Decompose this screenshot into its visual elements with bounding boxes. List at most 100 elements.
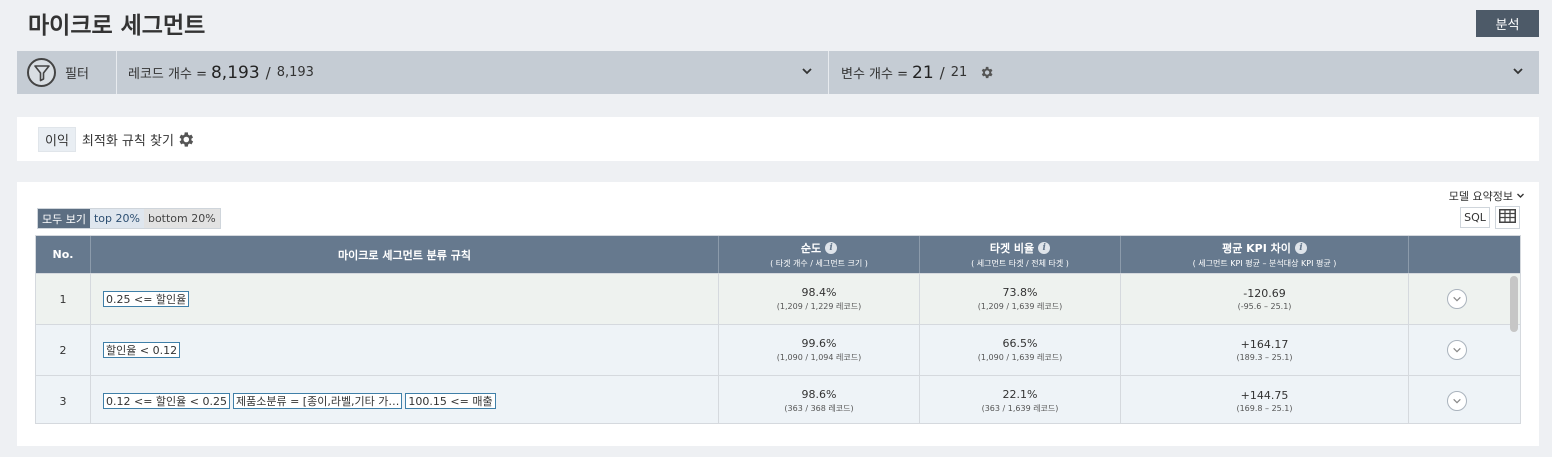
variable-count-selector[interactable]: 변수 개수 = 21 / 21 <box>829 51 1539 94</box>
col-rule: 마이크로 세그먼트 분류 규칙 <box>91 236 719 273</box>
funnel-icon <box>27 58 56 87</box>
col-rule-label: 마이크로 세그먼트 분류 규칙 <box>338 248 471 262</box>
purity-value: 99.6% <box>801 337 837 350</box>
target-value: 66.5% <box>1002 337 1038 350</box>
col-target: 타겟 비율 i ( 세그먼트 타겟 / 전체 타겟 ) <box>920 236 1121 273</box>
variable-count-separator: / <box>939 63 945 82</box>
target-value: 22.1% <box>1002 388 1038 401</box>
row-rules: 0.25 <= 할인율 <box>91 274 719 324</box>
col-target-sub: ( 세그먼트 타겟 / 전체 타겟 ) <box>971 259 1069 268</box>
page-title: 마이크로 세그먼트 <box>28 13 206 39</box>
gear-icon[interactable] <box>979 65 994 80</box>
col-kpi-label: 평균 KPI 차이 <box>1222 242 1291 255</box>
variable-count-current: 21 <box>912 62 934 83</box>
kpi-detail: (169.8 – 25.1) <box>1236 404 1293 413</box>
col-kpi: 평균 KPI 차이 i ( 세그먼트 KPI 평균 – 분석대상 KPI 평균 ) <box>1121 236 1409 273</box>
row-purity: 98.6% (363 / 368 레코드) <box>719 376 920 423</box>
chevron-circle-icon[interactable] <box>1447 340 1467 360</box>
info-icon[interactable]: i <box>1038 242 1051 254</box>
variable-count-label: 변수 개수 = <box>841 67 908 82</box>
analyze-button[interactable]: 분석 <box>1476 10 1539 37</box>
purity-value: 98.6% <box>801 388 837 401</box>
row-no: 1 <box>36 274 91 324</box>
kpi-value: +164.17 <box>1240 338 1289 351</box>
filter-bar: 필터 레코드 개수 = 8,193 / 8,193 변수 개수 = 21 / 2… <box>17 51 1539 94</box>
col-no: No. <box>36 236 91 273</box>
view-all-button[interactable]: 모두 보기 <box>38 209 90 228</box>
target-detail: (1,090 / 1,639 레코드) <box>977 353 1063 362</box>
kpi-value: -120.69 <box>1243 287 1286 300</box>
row-no: 3 <box>36 376 91 423</box>
table-grid-icon <box>1499 209 1516 226</box>
rule-chip[interactable]: 0.25 <= 할인율 <box>103 291 190 307</box>
kpi-detail: (-95.6 – 25.1) <box>1237 302 1292 311</box>
info-icon[interactable]: i <box>1294 242 1307 254</box>
purity-detail: (1,209 / 1,229 레코드) <box>776 302 862 311</box>
model-summary-label: 모델 요약정보 <box>1448 190 1513 203</box>
filter-label: 필터 <box>65 67 89 82</box>
row-no: 2 <box>36 325 91 375</box>
row-rules: 할인율 < 0.12 <box>91 325 719 375</box>
row-kpi: +144.75 (169.8 – 25.1) <box>1121 376 1409 423</box>
table-row[interactable]: 3 0.12 <= 할인율 < 0.25 제품소분류 = [종이,라벨,기타 가… <box>36 375 1520 423</box>
rule-chip[interactable]: 0.12 <= 할인율 < 0.25 <box>103 393 230 409</box>
row-expand <box>1409 325 1507 375</box>
purity-value: 98.4% <box>801 286 837 299</box>
kpi-tag: 이익 <box>38 126 76 152</box>
col-expand <box>1409 236 1507 273</box>
row-expand <box>1409 274 1507 324</box>
record-count-current: 8,193 <box>210 62 260 83</box>
filter-toggle[interactable]: 필터 <box>17 51 117 94</box>
table-row[interactable]: 1 0.25 <= 할인율 98.4% (1,209 / 1,229 레코드) … <box>36 273 1520 324</box>
segment-table: No. 마이크로 세그먼트 분류 규칙 순도 i ( 타겟 개수 / 세그먼트 크… <box>35 235 1521 424</box>
table-scrollbar[interactable] <box>1510 276 1518 332</box>
chevron-circle-icon[interactable] <box>1447 391 1467 411</box>
row-rules: 0.12 <= 할인율 < 0.25 제품소분류 = [종이,라벨,기타 가… … <box>91 376 719 423</box>
chevron-circle-icon[interactable] <box>1447 289 1467 309</box>
row-kpi: +164.17 (189.3 – 25.1) <box>1121 325 1409 375</box>
gear-icon[interactable] <box>176 130 195 149</box>
model-summary-dropdown[interactable]: 모델 요약정보 <box>1449 188 1525 204</box>
target-value: 73.8% <box>1002 286 1038 299</box>
kpi-value: +144.75 <box>1240 389 1289 402</box>
rule-title: 최적화 규칙 찾기 <box>81 133 174 149</box>
col-purity-label: 순도 <box>800 242 822 255</box>
purity-detail: (1,090 / 1,094 레코드) <box>776 353 862 362</box>
record-count-total: 8,193 <box>276 65 314 80</box>
record-count-selector[interactable]: 레코드 개수 = 8,193 / 8,193 <box>117 51 829 94</box>
chevron-down-icon <box>1516 190 1525 203</box>
col-purity: 순도 i ( 타겟 개수 / 세그먼트 크기 ) <box>719 236 920 273</box>
table-view-button[interactable] <box>1495 206 1520 229</box>
rule-chip[interactable]: 제품소분류 = [종이,라벨,기타 가… <box>232 393 403 409</box>
row-target: 73.8% (1,209 / 1,639 레코드) <box>920 274 1121 324</box>
target-detail: (363 / 1,639 레코드) <box>981 404 1059 413</box>
row-expand <box>1409 376 1507 423</box>
table-row[interactable]: 2 할인율 < 0.12 99.6% (1,090 / 1,094 레코드) 6… <box>36 324 1520 375</box>
view-toggle: 모두 보기 top 20% bottom 20% <box>37 208 221 229</box>
row-kpi: -120.69 (-95.6 – 25.1) <box>1121 274 1409 324</box>
col-purity-sub: ( 타겟 개수 / 세그먼트 크기 ) <box>770 259 868 268</box>
purity-detail: (363 / 368 레코드) <box>784 404 854 413</box>
rule-panel: 이익 최적화 규칙 찾기 <box>17 117 1539 161</box>
chevron-down-icon[interactable] <box>801 65 813 77</box>
segment-results-panel: 모델 요약정보 모두 보기 top 20% bottom 20% SQL No.… <box>17 182 1539 446</box>
row-purity: 98.4% (1,209 / 1,229 레코드) <box>719 274 920 324</box>
record-count-separator: / <box>265 63 271 82</box>
chevron-down-icon[interactable] <box>1512 65 1524 77</box>
col-no-label: No. <box>52 248 74 261</box>
view-top-button[interactable]: top 20% <box>89 209 144 228</box>
row-target: 66.5% (1,090 / 1,639 레코드) <box>920 325 1121 375</box>
view-bottom-button[interactable]: bottom 20% <box>143 209 220 228</box>
record-count-label: 레코드 개수 = <box>128 67 207 82</box>
variable-count-total: 21 <box>950 65 968 80</box>
kpi-detail: (189.3 – 25.1) <box>1236 353 1293 362</box>
rule-chip[interactable]: 100.15 <= 매출 <box>405 393 496 409</box>
info-icon[interactable]: i <box>825 242 838 254</box>
table-header: No. 마이크로 세그먼트 분류 규칙 순도 i ( 타겟 개수 / 세그먼트 크… <box>36 236 1520 273</box>
row-target: 22.1% (363 / 1,639 레코드) <box>920 376 1121 423</box>
col-kpi-sub: ( 세그먼트 KPI 평균 – 분석대상 KPI 평균 ) <box>1192 259 1337 268</box>
row-purity: 99.6% (1,090 / 1,094 레코드) <box>719 325 920 375</box>
rule-chip[interactable]: 할인율 < 0.12 <box>103 342 181 358</box>
sql-button[interactable]: SQL <box>1460 207 1490 228</box>
target-detail: (1,209 / 1,639 레코드) <box>977 302 1063 311</box>
